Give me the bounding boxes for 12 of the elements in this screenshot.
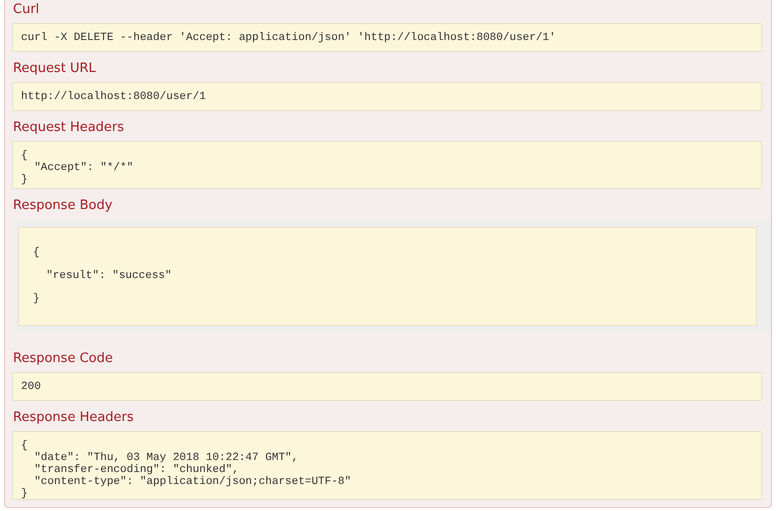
code-block: 200 <box>12 372 762 402</box>
section-title: Response Body <box>12 197 114 216</box>
code-block: { "result": "success" } <box>18 227 757 326</box>
section-title: Request URL <box>12 60 97 78</box>
section-title: Request Headers <box>12 119 126 137</box>
code-block: http://localhost:8080/user/1 <box>12 82 762 111</box>
code-block: curl -X DELETE --header 'Accept: application/json' 'http://localhost:8080/user/1' <box>12 23 762 52</box>
section-title: Curl <box>12 1 40 19</box>
code-block: { "date": "Thu, 03 May 2018 10:22:47 GMT", "transfer-encoding": "chunked", "content-type": "application/json;charset=UTF-8" } <box>12 431 762 500</box>
code-block: { "Accept": "*/*" } <box>12 141 762 190</box>
section-title: Response Code <box>12 350 114 368</box>
section-title: Response Headers <box>12 409 135 428</box>
